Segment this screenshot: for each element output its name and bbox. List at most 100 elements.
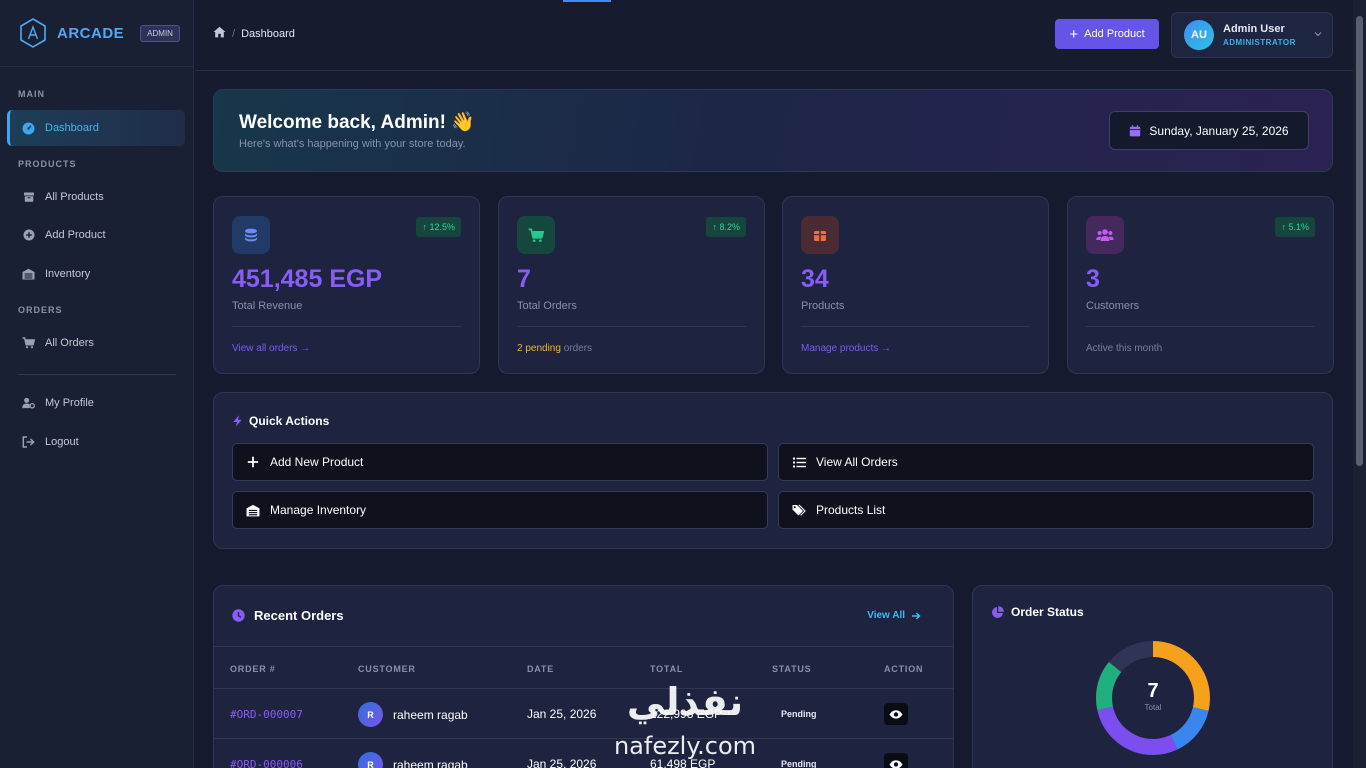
list-icon <box>792 455 806 469</box>
table-row[interactable]: #ORD-000006 R raheem ragab Jan 25, 2026 … <box>214 739 953 768</box>
sidebar-item-add-product[interactable]: Add Product <box>7 217 185 253</box>
customer-avatar: R <box>358 702 383 727</box>
customer-name: raheem ragab <box>393 707 468 722</box>
add-product-button[interactable]: + Add Product <box>1055 19 1159 49</box>
sidebar-item-all-products[interactable]: All Products <box>7 179 185 215</box>
sidebar-item-dashboard[interactable]: Dashboard <box>7 110 185 146</box>
stat-divider <box>801 326 1030 327</box>
products-list-button[interactable]: Products List <box>778 491 1314 529</box>
stat-label: Total Orders <box>517 300 577 312</box>
users-icon <box>1086 216 1124 254</box>
stat-value: 3 <box>1086 265 1100 293</box>
add-product-label: Add Product <box>1084 28 1145 40</box>
welcome-title: Welcome back, Admin! 👋 <box>239 112 475 133</box>
order-total: 122,998 EGP <box>650 707 723 721</box>
sidebar-item-all-orders[interactable]: All Orders <box>7 325 185 361</box>
view-order-button[interactable] <box>884 703 908 725</box>
stat-divider <box>1086 326 1315 327</box>
order-id-link[interactable]: #ORD-000007 <box>230 708 303 721</box>
column-header: ORDER # <box>230 664 276 674</box>
growth-badge: ↑ 12.5% <box>416 217 461 237</box>
view-order-button[interactable] <box>884 753 908 768</box>
welcome-banner: Welcome back, Admin! 👋 Here's what's hap… <box>213 89 1333 172</box>
sidebar-item-my-profile[interactable]: My Profile <box>7 385 185 421</box>
breadcrumb: / Dashboard <box>213 26 295 41</box>
quick-actions-title: Quick Actions <box>232 414 329 428</box>
home-icon[interactable] <box>213 26 226 41</box>
manage-inventory-button[interactable]: Manage Inventory <box>232 491 768 529</box>
stat-card-customers: ↑ 5.1% 3 Customers Active this month <box>1067 196 1334 374</box>
donut-total-value: 7 <box>1147 680 1159 702</box>
scrollbar-thumb[interactable] <box>1356 16 1363 466</box>
column-header: CUSTOMER <box>358 664 416 674</box>
pending-suffix: orders <box>560 343 593 354</box>
page-scrollbar[interactable] <box>1353 0 1366 768</box>
customer-cell: R raheem ragab <box>358 702 468 727</box>
eye-icon <box>889 759 903 768</box>
view-all-orders-link[interactable]: View all orders → <box>232 343 310 354</box>
pie-chart-icon <box>992 605 1004 618</box>
status-badge: Pending <box>781 709 817 719</box>
sidebar-item-label: All Products <box>45 191 104 203</box>
stat-label: Total Revenue <box>232 300 303 312</box>
sidebar-item-label: Add Product <box>45 229 106 241</box>
gift-box-icon <box>801 216 839 254</box>
sidebar-item-logout[interactable]: Logout <box>7 424 185 460</box>
table-row[interactable]: #ORD-000007 R raheem ragab Jan 25, 2026 … <box>214 689 953 739</box>
user-gear-icon <box>22 397 35 410</box>
donut-total-label: Total <box>1144 703 1162 712</box>
user-menu[interactable]: AU Admin User ADMINISTRATOR <box>1171 12 1333 58</box>
order-id-link[interactable]: #ORD-000006 <box>230 758 303 768</box>
sidebar-divider <box>18 374 176 375</box>
view-all-orders-label: View All Orders <box>816 455 898 469</box>
warehouse-icon <box>246 503 260 517</box>
pending-orders-note: 2 pending orders <box>517 343 592 354</box>
arrow-right-icon <box>912 611 921 620</box>
date-display: Sunday, January 25, 2026 <box>1109 111 1309 150</box>
breadcrumb-separator: / <box>232 27 236 40</box>
welcome-subtitle: Here's what's happening with your store … <box>239 138 466 150</box>
calendar-icon <box>1130 124 1141 136</box>
order-status-title-text: Order Status <box>1011 605 1084 619</box>
column-header: STATUS <box>772 664 812 674</box>
coins-icon <box>232 216 270 254</box>
plus-icon: + <box>1069 25 1079 43</box>
stat-card-orders: ↑ 8.2% 7 Total Orders 2 pending orders <box>498 196 765 374</box>
products-list-label: Products List <box>816 503 886 517</box>
sidebar-item-label: Logout <box>45 436 79 448</box>
recent-orders-panel: Recent Orders View All ORDER # CUSTOMER … <box>213 585 954 768</box>
sidebar-item-label: My Profile <box>45 397 94 409</box>
cart-icon <box>22 337 35 350</box>
active-customers-note: Active this month <box>1086 343 1163 354</box>
order-date: Jan 25, 2026 <box>527 707 597 721</box>
brand[interactable]: ARCADE ADMIN <box>0 0 193 67</box>
manage-products-link[interactable]: Manage products → <box>801 343 891 354</box>
user-role: ADMINISTRATOR <box>1223 38 1296 47</box>
add-new-product-button[interactable]: Add New Product <box>232 443 768 481</box>
manage-inventory-label: Manage Inventory <box>270 503 367 517</box>
view-all-orders-button[interactable]: View All Orders <box>778 443 1314 481</box>
brand-name: ARCADE <box>57 24 125 42</box>
status-badge: Pending <box>781 759 817 768</box>
view-all-link[interactable]: View All <box>867 610 921 621</box>
view-all-label: View All <box>867 610 905 621</box>
bolt-icon <box>233 415 242 427</box>
customer-cell: R raheem ragab <box>358 752 468 768</box>
stat-divider <box>517 326 746 327</box>
quick-actions-panel: Quick Actions Add New Product View All O… <box>213 392 1333 549</box>
sidebar-item-inventory[interactable]: Inventory <box>7 256 185 292</box>
stat-label: Products <box>801 300 845 312</box>
order-total: 61,498 EGP <box>650 757 716 768</box>
sidebar-item-label: Inventory <box>45 268 91 280</box>
column-header: TOTAL <box>650 664 684 674</box>
warehouse-icon <box>22 268 35 281</box>
stat-value: 34 <box>801 265 829 293</box>
user-name: Admin User <box>1223 23 1285 35</box>
customer-name: raheem ragab <box>393 757 468 768</box>
stat-value: 451,485 EGP <box>232 265 383 293</box>
nav-section-main: MAIN <box>18 89 45 99</box>
stat-card-products: 34 Products Manage products → <box>782 196 1049 374</box>
plus-circle-icon <box>22 229 35 242</box>
growth-badge: ↑ 5.1% <box>1275 217 1315 237</box>
nav-section-products: PRODUCTS <box>18 159 77 169</box>
